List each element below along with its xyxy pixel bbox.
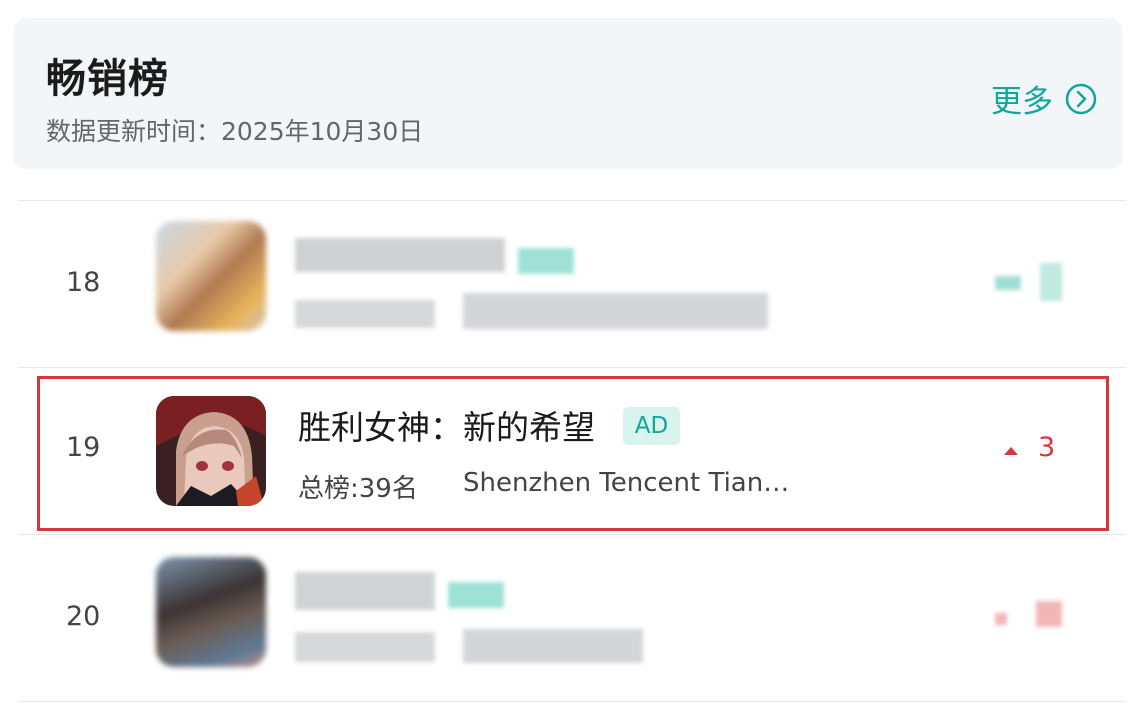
blurred-trend — [995, 276, 1021, 290]
overall-rank: 总榜:39名 — [298, 474, 418, 504]
blurred-badge — [448, 582, 504, 608]
blurred-meta — [463, 293, 768, 329]
blurred-name — [295, 572, 435, 610]
divider — [18, 701, 1126, 702]
app-icon-blurred — [156, 557, 266, 667]
list-item[interactable]: 20 — [18, 535, 1126, 701]
rank-number: 18 — [66, 267, 101, 298]
blurred-name — [295, 238, 505, 272]
blurred-badge — [518, 248, 574, 274]
rank-number: 20 — [66, 601, 101, 632]
blurred-meta — [295, 632, 435, 662]
highlight-frame — [37, 376, 1109, 531]
rank-change: 3 — [1038, 432, 1056, 463]
more-button[interactable]: 更多 — [991, 76, 1097, 121]
blurred-meta — [295, 300, 435, 328]
page-title: 畅销榜 — [46, 56, 169, 102]
more-label: 更多 — [991, 84, 1053, 120]
ad-badge: AD — [623, 407, 680, 445]
header-card: 畅销榜 数据更新时间：2025年10月30日 更多 — [13, 18, 1123, 169]
blurred-trend — [995, 613, 1007, 625]
update-time: 数据更新时间：2025年10月30日 — [46, 117, 424, 146]
blurred-trend — [1036, 601, 1062, 627]
blurred-trend — [1040, 263, 1062, 301]
chevron-right-circle-icon — [1065, 83, 1097, 114]
blurred-meta — [463, 629, 643, 663]
developer-name: Shenzhen Tencent Tian… — [463, 468, 790, 498]
trend-up-icon — [1004, 447, 1018, 455]
app-name[interactable]: 胜利女神：新的希望 — [298, 401, 595, 449]
app-icon-blurred — [156, 221, 266, 331]
list-item[interactable]: 18 — [18, 201, 1126, 367]
